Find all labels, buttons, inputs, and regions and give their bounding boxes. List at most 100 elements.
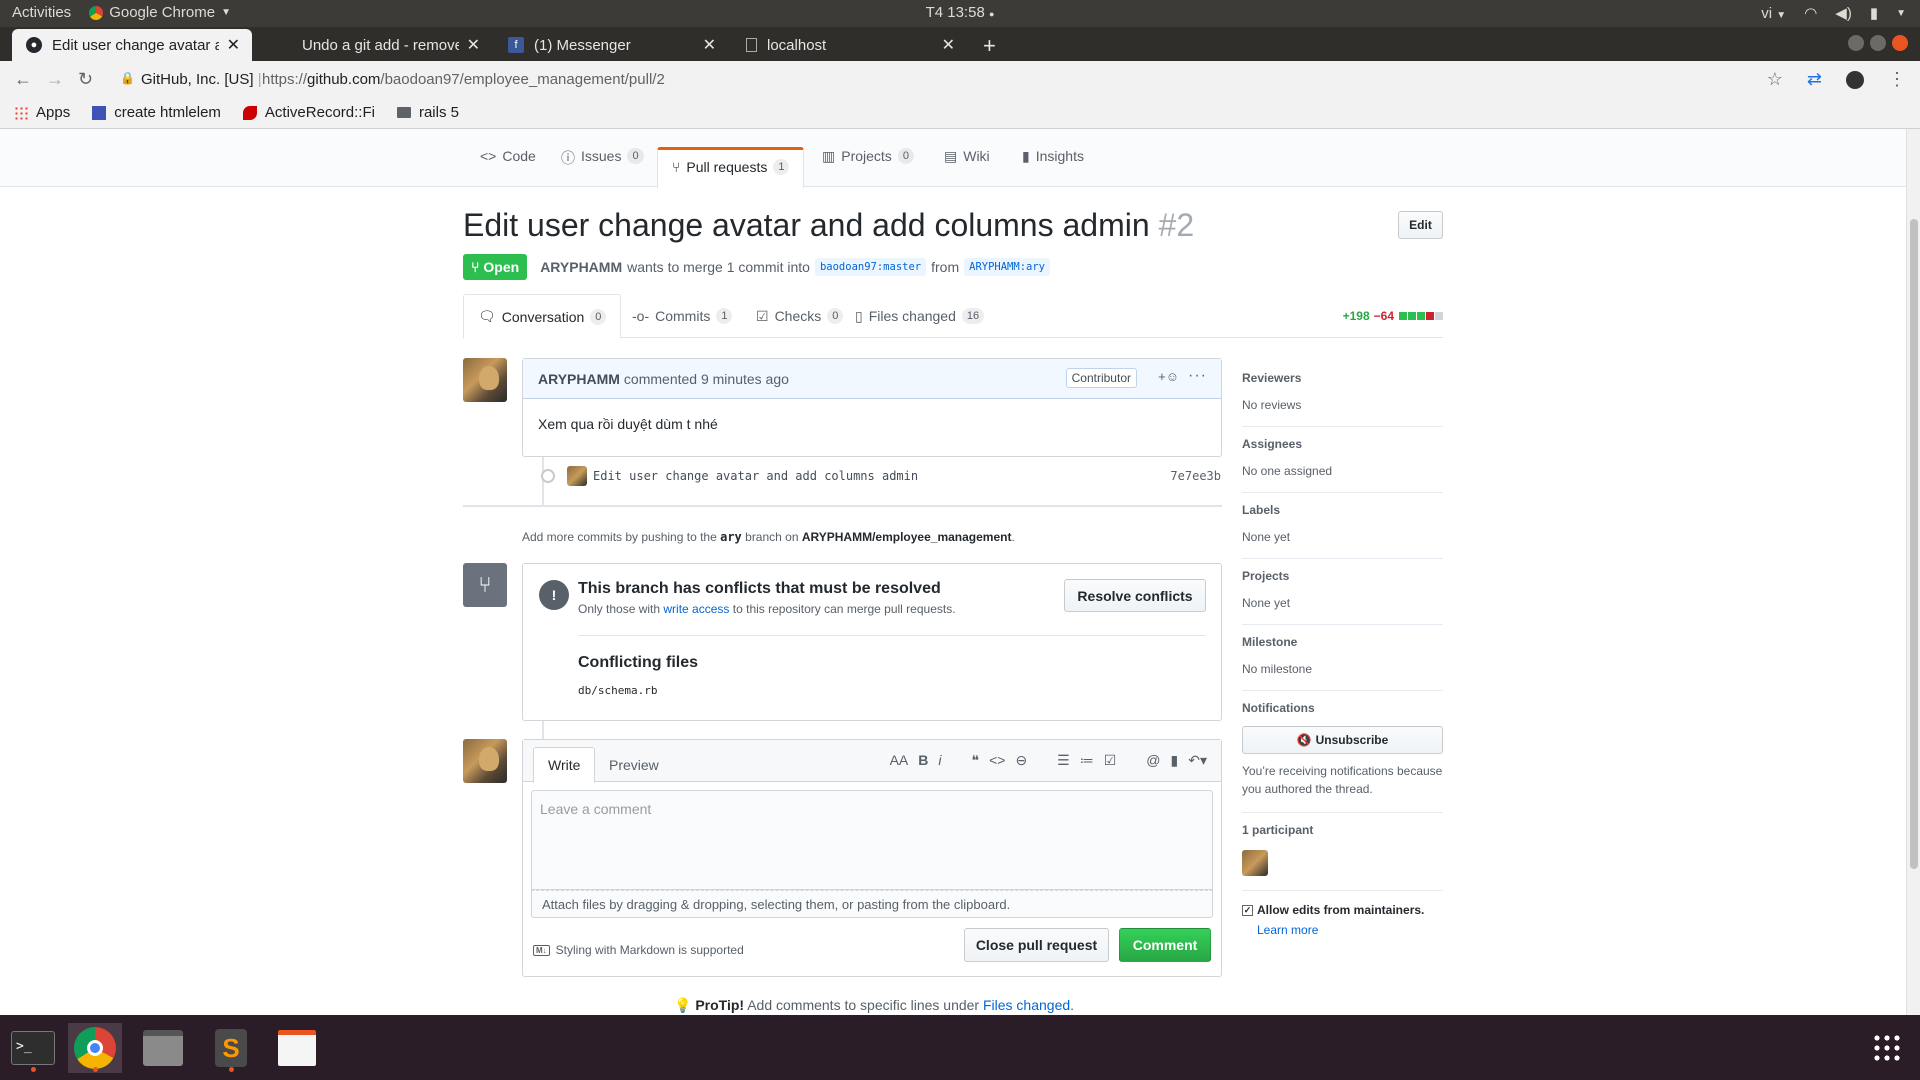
lock-icon[interactable]: 🔒	[120, 71, 135, 85]
projects-count: 0	[897, 148, 914, 164]
sidebar-title: Notifications	[1242, 701, 1315, 715]
browser-tab-github[interactable]: ● Edit user change avatar and add column…	[12, 29, 252, 61]
battery-icon[interactable]: ▮	[1870, 4, 1878, 22]
volume-icon[interactable]: ◀)	[1835, 4, 1852, 22]
status-text: Open	[483, 259, 520, 275]
head-branch[interactable]: ARYPHAMM:ary	[964, 258, 1050, 276]
repo-tab-issues[interactable]: ⓘ Issues 0	[561, 148, 644, 187]
push-hint-repo[interactable]: ARYPHAMM/employee_management	[802, 530, 1012, 544]
commit-message[interactable]: Edit user change avatar and add columns …	[593, 469, 918, 483]
merge-desc-text: Only those with	[578, 602, 661, 616]
unordered-list-icon[interactable]: ☰	[1057, 752, 1070, 769]
code-icon[interactable]: <>	[989, 752, 1005, 769]
edit-button[interactable]: Edit	[1398, 211, 1443, 239]
terminal-app[interactable]: >_	[6, 1023, 60, 1073]
avatar[interactable]	[463, 358, 507, 402]
tab-conversation[interactable]: 🗨 Conversation 0	[463, 294, 622, 339]
sublime-app[interactable]: S	[204, 1023, 258, 1073]
page-scrollbar[interactable]	[1906, 129, 1920, 1015]
bookmark-rails5[interactable]: rails 5	[396, 104, 459, 121]
repo-tab-label: Projects	[841, 148, 892, 164]
bookmark-icon[interactable]: ▮	[1171, 752, 1179, 769]
add-reaction-icon[interactable]: +☺	[1158, 369, 1179, 384]
browser-tab-localhost[interactable]: localhost ✕	[732, 29, 967, 61]
show-applications[interactable]	[1860, 1023, 1914, 1073]
back-arrow-icon[interactable]: ←	[14, 69, 32, 90]
close-icon[interactable]: ✕	[942, 35, 955, 55]
chrome-app[interactable]	[68, 1023, 122, 1073]
scrollbar-thumb[interactable]	[1910, 219, 1918, 869]
close-icon[interactable]: ✕	[703, 35, 716, 55]
text-editor-app[interactable]	[270, 1023, 324, 1073]
close-pull-request-button[interactable]: Close pull request	[964, 928, 1109, 962]
more-options-icon[interactable]: ···	[1188, 367, 1207, 385]
repo-tab-wiki[interactable]: ▤ Wiki	[944, 148, 990, 187]
comment-author[interactable]: ARYPHAMM	[538, 371, 620, 387]
maximize-button[interactable]	[1870, 35, 1886, 51]
markdown-note[interactable]: M↓ Styling with Markdown is supported	[533, 943, 744, 957]
forward-arrow-icon[interactable]: →	[46, 69, 64, 90]
new-tab-button[interactable]: +	[983, 33, 996, 59]
site-identity[interactable]: GitHub, Inc. [US] |	[141, 71, 262, 88]
task-list-icon[interactable]: ☑	[1104, 752, 1117, 769]
bold-icon[interactable]: B	[918, 752, 928, 769]
star-icon[interactable]: ☆	[1767, 69, 1783, 90]
minimize-button[interactable]	[1848, 35, 1864, 51]
repo-tab-insights[interactable]: ▮ Insights	[1022, 148, 1084, 187]
mention-icon[interactable]: @	[1146, 752, 1160, 769]
bookmark-create-htmlelem[interactable]: create htmlelem	[92, 104, 221, 121]
bookmark-activerecord[interactable]: ActiveRecord::Fi	[242, 104, 375, 121]
comment-textarea[interactable]: Leave a comment	[531, 790, 1213, 890]
bookmark-apps[interactable]: Apps	[14, 104, 70, 121]
sidebar-milestone[interactable]: Milestone No milestone	[1242, 625, 1443, 691]
learn-more-link[interactable]: Learn more	[1257, 923, 1443, 937]
caret-down-icon[interactable]: ▼	[1896, 8, 1906, 19]
files-app[interactable]	[136, 1023, 190, 1073]
italic-icon[interactable]: i	[938, 752, 941, 769]
checkbox[interactable]: ✓	[1242, 904, 1253, 916]
tab-files-changed[interactable]: ▯ Files changed 16	[841, 294, 998, 338]
menu-kebab-icon[interactable]: ⋮	[1888, 69, 1906, 90]
base-branch[interactable]: baodoan97:master	[814, 258, 927, 276]
sidebar-labels[interactable]: Labels None yet	[1242, 493, 1443, 559]
write-access-link[interactable]: write access	[663, 602, 729, 616]
browser-tab-messenger[interactable]: f (1) Messenger ✕	[494, 29, 728, 61]
language-indicator[interactable]: vi ▼	[1761, 5, 1786, 22]
tab-write[interactable]: Write	[533, 747, 596, 783]
repo-tab-pull-requests[interactable]: ⑂ Pull requests 1	[657, 147, 805, 188]
ordered-list-icon[interactable]: ≔	[1080, 752, 1094, 769]
unsubscribe-button[interactable]: 🔇 Unsubscribe	[1242, 726, 1443, 754]
tab-preview[interactable]: Preview	[595, 747, 673, 783]
avatar[interactable]	[567, 466, 587, 486]
reload-icon[interactable]: ↻	[78, 69, 93, 90]
close-icon[interactable]: ✕	[467, 35, 480, 55]
link-icon[interactable]: ⊖	[1015, 752, 1027, 769]
caret-down-icon: ▼	[1776, 9, 1787, 21]
comment-button[interactable]: Comment	[1119, 928, 1211, 962]
author-link[interactable]: ARYPHAMM	[540, 259, 622, 275]
sidebar-reviewers[interactable]: Reviewers No reviews	[1242, 361, 1443, 427]
system-clock[interactable]: T4 13:58 ●	[0, 4, 1920, 21]
avatar[interactable]	[463, 739, 507, 783]
window-close-button[interactable]	[1892, 35, 1908, 51]
quote-icon[interactable]: ❝	[972, 752, 980, 769]
sidebar-assignees[interactable]: Assignees No one assigned	[1242, 427, 1443, 493]
url-field[interactable]: https://github.com/baodoan97/employee_ma…	[262, 71, 665, 88]
wifi-icon[interactable]: ◠	[1804, 4, 1817, 22]
participant-avatar[interactable]	[1242, 850, 1268, 876]
files-changed-link[interactable]: Files changed	[983, 997, 1070, 1013]
repo-tab-projects[interactable]: ▥ Projects 0	[822, 148, 914, 187]
commit-sha[interactable]: 7e7ee3b	[1170, 469, 1221, 483]
repo-tab-code[interactable]: <> Code	[480, 148, 536, 187]
sidebar-projects[interactable]: Projects None yet	[1242, 559, 1443, 625]
comment-time[interactable]: 9 minutes ago	[701, 371, 789, 387]
heading-icon[interactable]: AA	[890, 752, 909, 769]
resolve-conflicts-button[interactable]: Resolve conflicts	[1064, 579, 1206, 612]
profile-avatar-icon[interactable]	[1846, 70, 1864, 89]
browser-tab-stackoverflow[interactable]: Undo a git add - remove files ✕	[262, 29, 492, 61]
translate-icon[interactable]: ⇄	[1807, 69, 1822, 90]
attach-files-hint[interactable]: Attach files by dragging & dropping, sel…	[531, 890, 1213, 918]
close-icon[interactable]: ✕	[227, 35, 240, 55]
tab-commits[interactable]: -o- Commits 1	[618, 294, 746, 338]
reply-icon[interactable]: ↶▾	[1188, 752, 1207, 769]
